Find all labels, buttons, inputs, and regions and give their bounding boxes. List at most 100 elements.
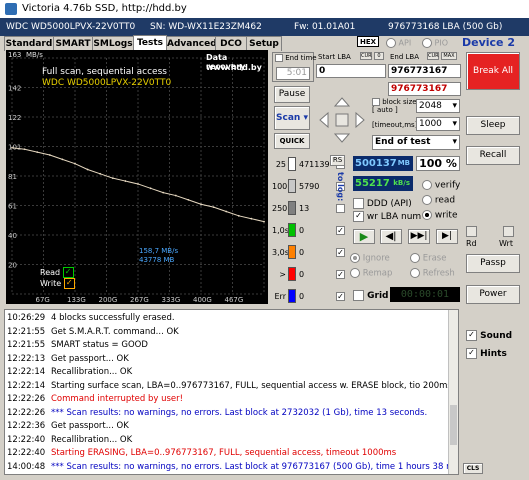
mode-verify[interactable]: verify [422, 180, 460, 191]
y-tick-label: 81 [8, 173, 17, 181]
start-lba-group: Start LBA CUR 0 0 [316, 52, 386, 80]
series-point [86, 168, 89, 171]
ddd-api-checkbox[interactable]: DDD (API) [353, 198, 412, 209]
series-point [263, 220, 265, 223]
option-refresh[interactable]: Refresh [410, 268, 455, 279]
timeout-select[interactable]: 1000 ▾ [416, 117, 460, 131]
end-of-test-select[interactable]: End of test ▾ [372, 135, 460, 150]
tab-smlogs[interactable]: SMLogs [92, 36, 134, 51]
end-lba-label: End LBA [390, 53, 420, 61]
hints-checkbox[interactable]: ✓ Hints [466, 348, 507, 359]
end-lba-cur-button[interactable]: CUR [427, 52, 439, 60]
counter-value: 471139 [299, 160, 330, 169]
progress-mb: 500137 MB [353, 156, 413, 171]
chart-drive-model: WDC WD5000LPVX-22V0TT0 [42, 78, 172, 88]
end-lba-current-field[interactable]: 976773167 [388, 82, 461, 96]
log-text: Recallibration... OK [51, 367, 133, 377]
grid-checkbox[interactable]: Grid [353, 290, 389, 301]
tab-setup[interactable]: Setup [246, 36, 282, 51]
option-remap[interactable]: Remap [350, 268, 392, 279]
to-log-label: to log: [336, 172, 345, 202]
log-scrollbar-thumb[interactable] [450, 405, 457, 445]
log-time: 12:22:14 [7, 380, 46, 391]
log-scrollbar[interactable] [448, 310, 458, 474]
end-of-test-dropdown-icon: ▾ [452, 137, 457, 147]
x-tick-label: 267G [130, 296, 149, 304]
timer-field[interactable]: 5:01 [276, 67, 310, 80]
legend-write[interactable]: Write ✓ [40, 278, 75, 289]
series-point [124, 180, 127, 182]
pause-button[interactable]: Pause [274, 86, 310, 103]
x-tick-label: 467G [225, 296, 244, 304]
recall-button[interactable]: Recall [466, 146, 520, 165]
tab-dco[interactable]: DCO [215, 36, 247, 51]
log-entry: 12:21:55 Get S.M.A.R.T. command... OK [7, 326, 179, 339]
option-erase[interactable]: Erase [410, 253, 446, 264]
y-tick-label: 142 [8, 85, 21, 93]
break-all-button[interactable]: Break All [466, 52, 520, 90]
legend-read-label: Read [40, 268, 61, 277]
counter-label: > [279, 270, 286, 279]
log-time: 12:22:14 [7, 367, 46, 377]
mode-read[interactable]: read [422, 195, 455, 206]
legend-read[interactable]: Read ✓ [40, 267, 74, 278]
tab-standard[interactable]: Standard [4, 36, 54, 51]
log-time: 12:22:26 [7, 407, 46, 418]
legend-read-checkbox[interactable]: ✓ [62, 267, 74, 278]
y-tick-label: 20 [8, 262, 17, 270]
power-button[interactable]: Power [466, 285, 520, 304]
legend-write-checkbox[interactable]: ✓ [63, 278, 75, 289]
log-text: *** Scan results: no warnings, no errors… [51, 407, 428, 418]
counter-log-checkbox[interactable]: ✓ [336, 270, 345, 279]
log-text: SMART status = GOOD [51, 340, 148, 350]
sound-checkbox[interactable]: ✓ Sound [466, 330, 512, 341]
sleep-button[interactable]: Sleep [466, 116, 520, 135]
series-point [74, 162, 76, 165]
counter-log-checkbox[interactable]: ✓ [336, 226, 345, 235]
end-button[interactable]: ▶| [436, 229, 458, 244]
timer-group: End time 5:01 [272, 52, 317, 82]
counter-log-checkbox[interactable]: ✓ [336, 248, 345, 257]
end-lba-max-button[interactable]: MAX [441, 52, 457, 60]
cls-button[interactable]: CLS [463, 463, 483, 474]
drive-serial: SN: WD-WX11E23ZM462 [150, 22, 262, 32]
api-radio[interactable]: API [386, 38, 411, 48]
x-tick-label: 200G [99, 296, 118, 304]
wr-lba-num-checkbox[interactable]: ✓ wr LBA num [353, 211, 421, 222]
seek-direction-pad [318, 96, 366, 144]
counter-log-checkbox[interactable]: ✓ [336, 292, 345, 301]
counter-row: Err 0 ✓ [272, 289, 345, 305]
start-lba-field[interactable]: 0 [316, 64, 386, 78]
x-tick-label: 333G [162, 296, 181, 304]
passp-button[interactable]: Passp [466, 254, 520, 273]
start-lba-cur-button[interactable]: CUR [360, 52, 372, 60]
api-label: API [398, 38, 412, 48]
chart-title: Full scan, sequential access [42, 67, 167, 77]
hex-button[interactable]: HEX [357, 36, 379, 47]
latency-counters: 25 471139 100 5790 250 13 1,0s 0 ✓ 3,0s 0 ✓ >0 ✓ Err 0 ✓ [272, 153, 345, 305]
block-size-select[interactable]: 2048 ▾ [416, 99, 460, 113]
counter-label: Err [274, 292, 287, 301]
scan-button[interactable]: Scan ▾ [274, 106, 310, 130]
rs-button[interactable]: RS [330, 155, 345, 166]
tab-advanced[interactable]: Advanced [166, 36, 217, 51]
mode-write[interactable]: write [422, 210, 458, 221]
option-ignore[interactable]: Ignore [350, 253, 390, 264]
y-tick-label: 61 [8, 203, 17, 211]
log-time: 10:26:29 [7, 313, 46, 323]
end-lba-field[interactable]: 976773167 [388, 64, 461, 78]
log-text: *** Scan results: no warnings, no errors… [51, 461, 459, 472]
quick-button[interactable]: QUICK [274, 133, 310, 149]
tab-smart[interactable]: SMART [53, 36, 93, 51]
drive-info-bar: WDC WD5000LPVX-22V0TT0 SN: WD-WX11E23ZM4… [0, 18, 529, 36]
start-lba-zero-button[interactable]: 0 [374, 52, 384, 60]
play-button[interactable]: ▶ [353, 229, 375, 244]
window-title-bar: Victoria 4.76b SSD, http://hdd.by [0, 0, 529, 18]
pio-radio[interactable]: PIO [422, 38, 448, 48]
rewind-button[interactable]: ◀| [380, 229, 402, 244]
block-size-label: block size[ auto ] [372, 98, 417, 114]
event-log: 10:26:29 4 blocks successfully erased. 12:… [4, 309, 459, 475]
drive-firmware: Fw: 01.01A01 [294, 22, 356, 32]
counter-value: 0 [299, 292, 305, 301]
skip-button[interactable]: ▶▶| [408, 229, 430, 244]
